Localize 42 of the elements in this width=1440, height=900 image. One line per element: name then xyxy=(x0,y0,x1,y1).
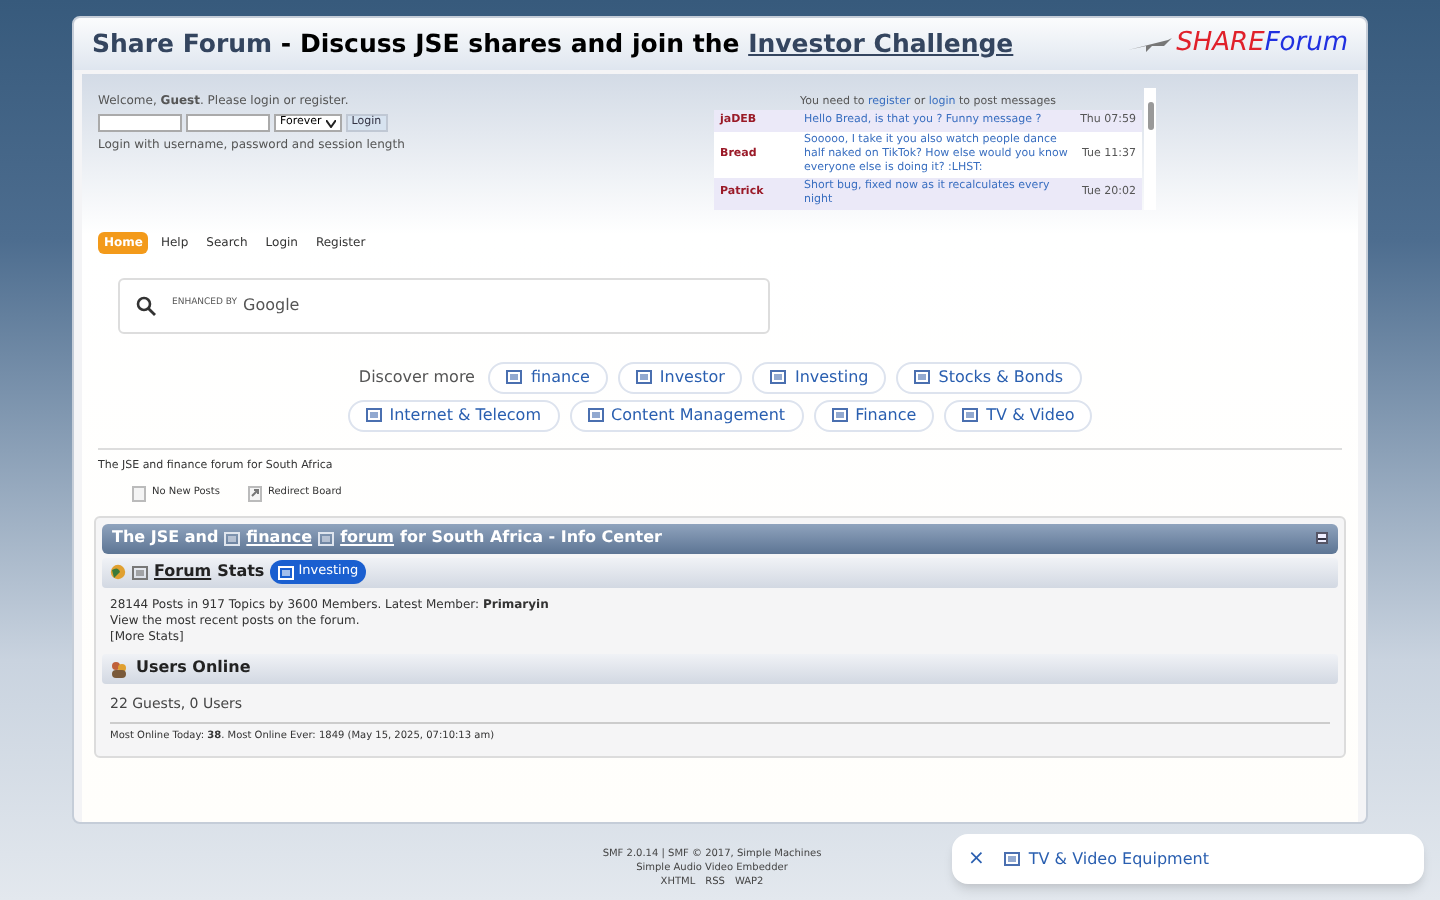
globe-icon xyxy=(110,564,126,581)
popup-topic-link[interactable]: TV & Video Equipment xyxy=(1004,847,1209,871)
close-button[interactable]: × xyxy=(968,849,985,869)
ad-icon xyxy=(278,565,295,580)
ad-icon xyxy=(770,370,787,384)
ad-icon xyxy=(962,408,979,422)
search-icon xyxy=(136,295,156,315)
topic-chip[interactable]: Investor xyxy=(617,361,743,393)
ad-icon xyxy=(587,408,603,422)
board-icon xyxy=(132,485,146,502)
collapse-button[interactable] xyxy=(1316,532,1328,545)
username-field[interactable] xyxy=(98,114,182,132)
logo: SHAREForum xyxy=(1176,26,1348,63)
ad-icon xyxy=(635,370,652,384)
ad-icon xyxy=(318,531,335,546)
stats-heading: Stats xyxy=(217,560,265,585)
topic-chip[interactable]: Content Management xyxy=(569,399,804,431)
investor-challenge-link[interactable]: Investor Challenge xyxy=(748,27,1014,58)
caret-icon xyxy=(325,119,336,127)
ad-icon xyxy=(365,408,382,422)
online-heading: Users Online xyxy=(136,656,251,681)
topic-chip[interactable]: Investing xyxy=(752,361,887,393)
topic-chip[interactable]: Finance xyxy=(813,399,935,431)
ad-icon xyxy=(132,565,148,580)
topic-chip[interactable]: Stocks & Bonds xyxy=(896,361,1082,393)
discover-label: Discover more xyxy=(358,365,475,389)
topic-chip[interactable]: finance xyxy=(488,361,608,393)
site-title: Share Forum - Discuss JSE shares and join the Investor Challenge xyxy=(92,25,1014,62)
title-text: for South Africa - Info Center xyxy=(400,526,662,551)
plane-icon xyxy=(1128,36,1173,52)
title-text: The JSE and xyxy=(112,526,219,551)
ad-icon xyxy=(506,370,523,384)
topic-chip[interactable]: Internet & Telecom xyxy=(347,399,559,431)
stats-link[interactable]: Forum xyxy=(154,560,212,585)
redirect-icon xyxy=(247,485,262,502)
topic-chip[interactable]: TV & Video xyxy=(944,399,1093,431)
users-icon xyxy=(110,659,128,678)
ad-icon xyxy=(224,531,241,546)
ad-icon xyxy=(1004,852,1021,866)
ad-icon xyxy=(914,370,931,384)
password-field[interactable] xyxy=(186,114,270,132)
ad-icon xyxy=(831,408,848,422)
